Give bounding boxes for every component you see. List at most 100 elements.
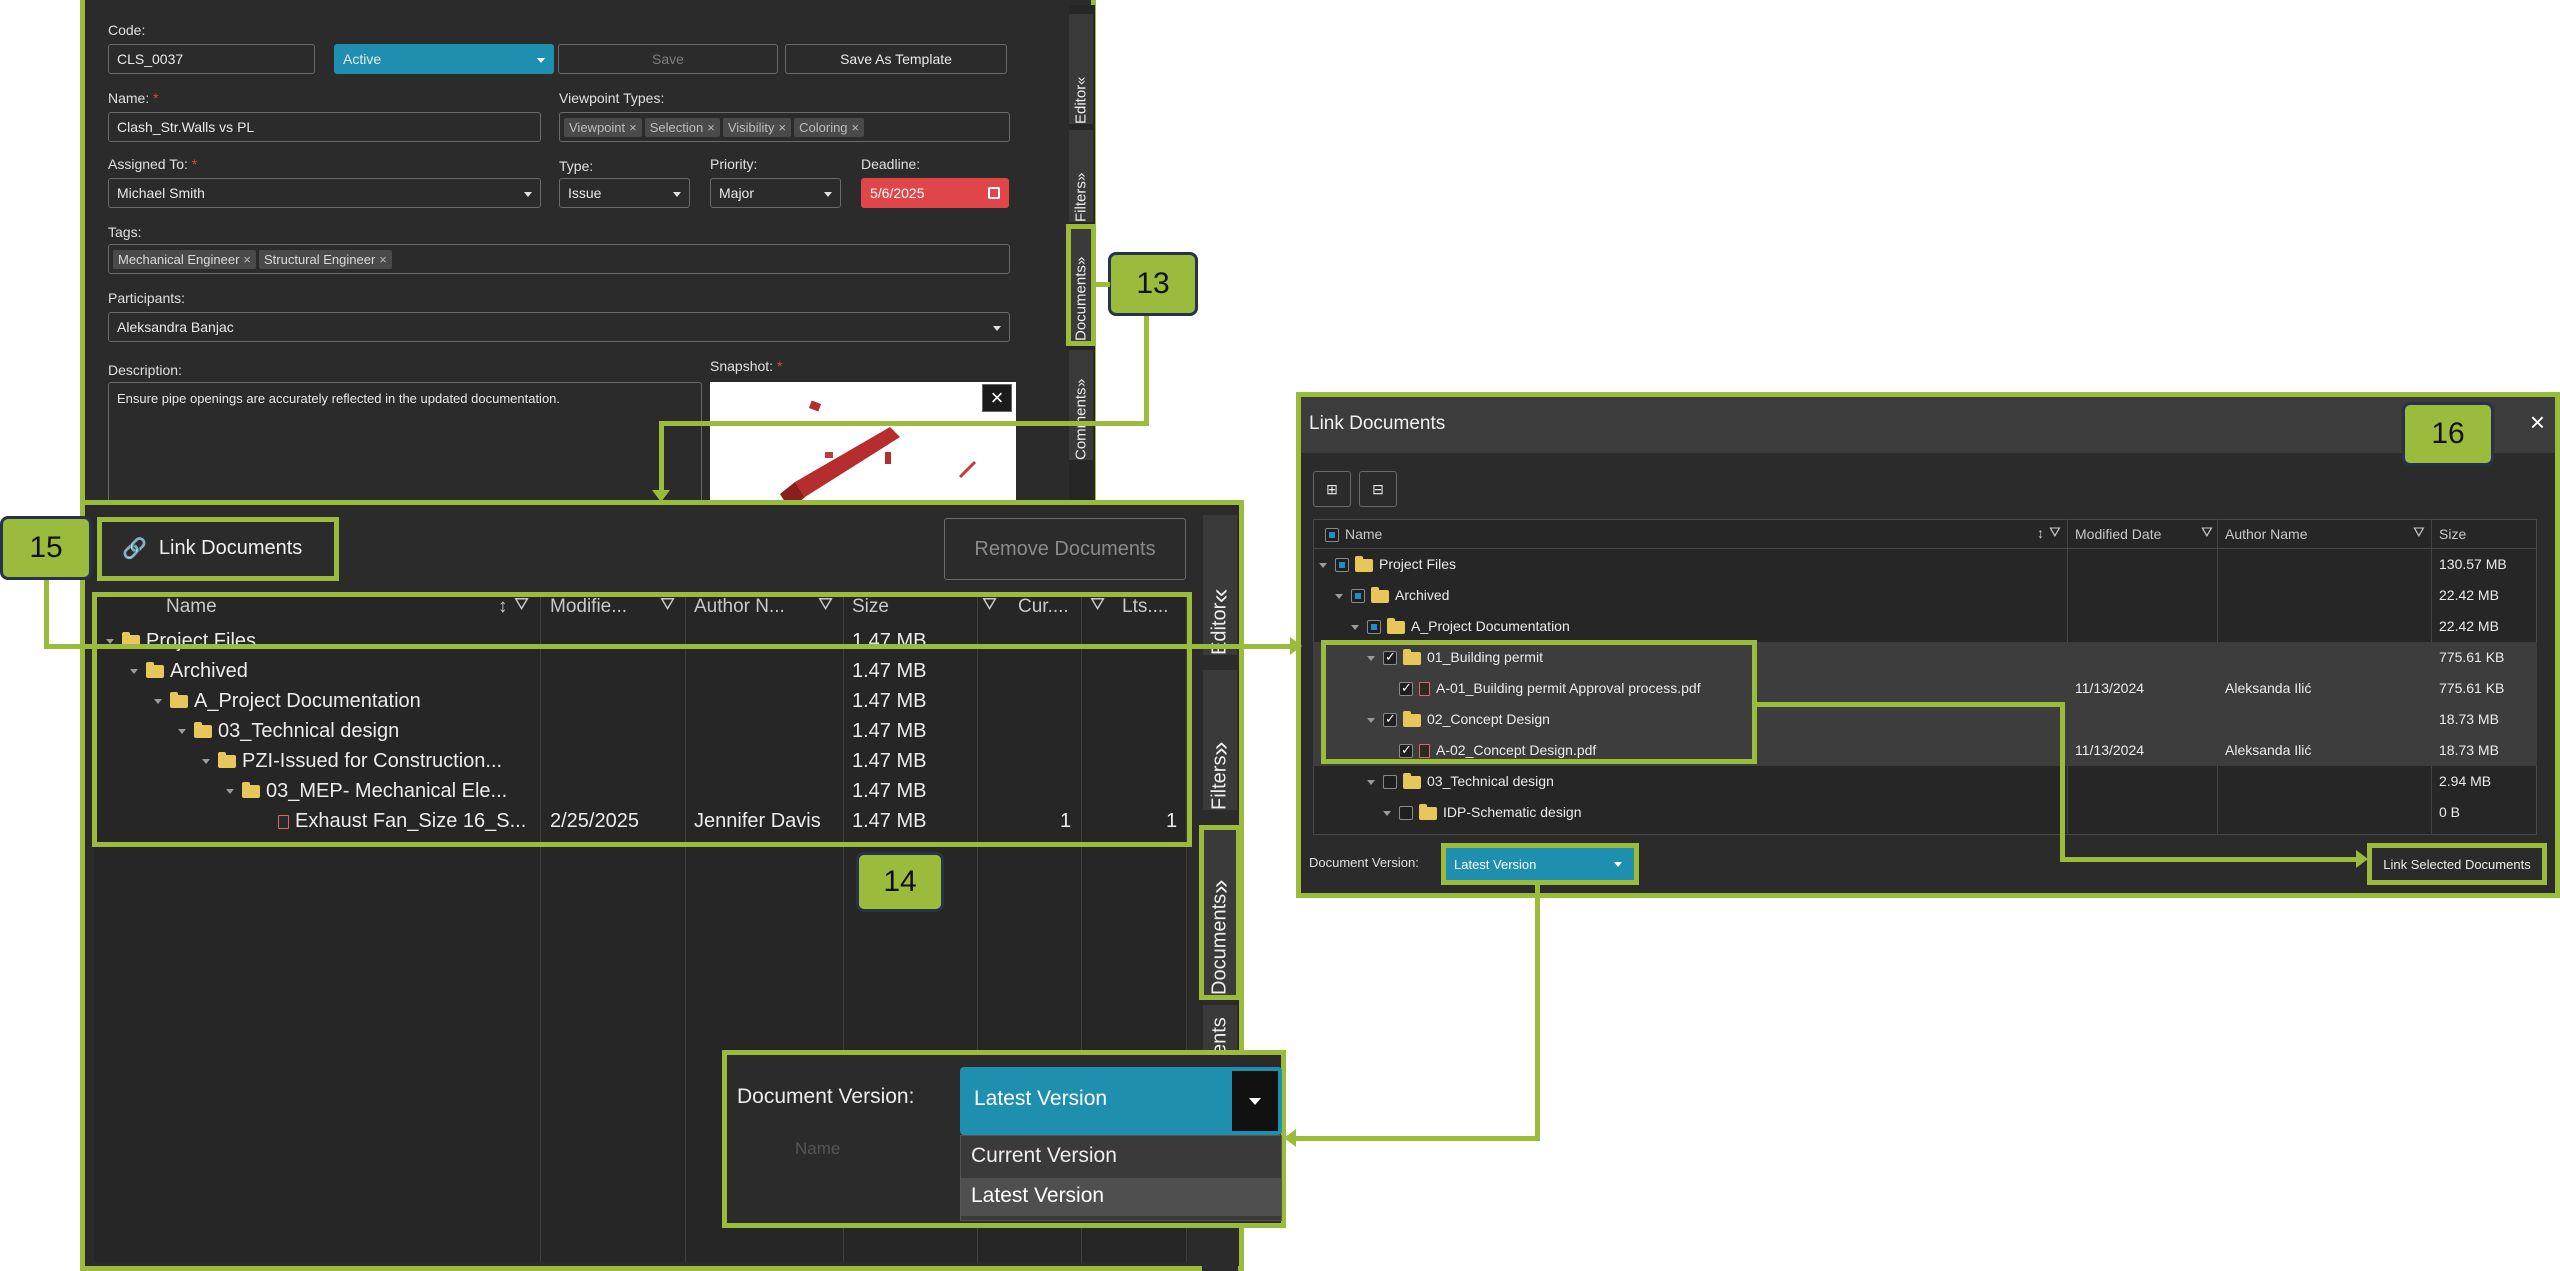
close-icon[interactable]: × [852, 120, 860, 135]
close-icon[interactable]: × [2530, 407, 2545, 438]
tab-comments[interactable]: ents [1203, 1005, 1237, 1055]
name-input[interactable]: Clash_Str.Walls vs PL [108, 112, 541, 142]
column-header-author[interactable]: Author Name [2225, 526, 2307, 542]
table-row[interactable]: 03_Technical design 2.94 MB [1313, 766, 2537, 797]
tag-chip: Mechanical Engineer × [113, 249, 256, 269]
folder-icon [1371, 586, 1389, 603]
row-name: A_Project Documentation [1411, 618, 1570, 634]
dialog-version-select[interactable]: Latest Version [1441, 843, 1639, 885]
tab-editor[interactable]: Editor « [1203, 515, 1237, 655]
rows-highlight [92, 592, 1192, 847]
table-row[interactable]: Project Files 130.57 MB [1313, 549, 2537, 580]
save-as-template-button[interactable]: Save As Template [785, 44, 1007, 74]
type-label: Type: [559, 158, 594, 174]
close-icon[interactable]: × [779, 120, 787, 135]
calendar-icon[interactable] [988, 187, 1000, 199]
chevrons-icon: » [1204, 741, 1235, 756]
description-label: Description: [108, 362, 182, 378]
close-icon[interactable]: × [629, 120, 637, 135]
row-size: 22.42 MB [2439, 618, 2499, 634]
arrow-left-icon [1284, 1129, 1296, 1147]
version-option-latest[interactable]: Latest Version [961, 1178, 1281, 1216]
chevrons-icon: » [1204, 879, 1235, 894]
expand-icon[interactable] [1319, 562, 1327, 568]
tab-editor[interactable]: Editor « [1069, 14, 1093, 124]
connector-line [2060, 702, 2065, 862]
tab-filters[interactable]: Filters» [1069, 130, 1093, 222]
row-name: 03_Technical design [1427, 773, 1554, 789]
table-row[interactable]: A_Project Documentation 22.42 MB [1313, 611, 2537, 642]
collapse-all-button[interactable]: ⊟ [1359, 471, 1397, 507]
version-dropdown-list: Current Version Latest Version [960, 1135, 1282, 1221]
version-select[interactable]: Latest Version [960, 1067, 1282, 1135]
expand-all-button[interactable]: ⊞ [1313, 471, 1351, 507]
name-label: Name: * [108, 90, 159, 106]
expand-icon[interactable] [1383, 810, 1391, 816]
save-button[interactable]: Save [558, 44, 778, 74]
row-checkbox[interactable] [1399, 806, 1413, 821]
sort-icon[interactable]: ↕ [2037, 525, 2044, 541]
dialog-version-label: Document Version: [1309, 855, 1419, 870]
row-name: IDP-Schematic design [1443, 804, 1582, 820]
tab-filters[interactable]: Filters» [1203, 670, 1237, 810]
version-option-current[interactable]: Current Version [961, 1138, 1281, 1176]
row-checkbox[interactable] [1335, 558, 1349, 573]
expand-icon[interactable] [1335, 593, 1343, 599]
folder-icon [1355, 555, 1373, 572]
chevrons-icon: » [1072, 172, 1090, 182]
row-author: Aleksanda Ilić [2225, 680, 2312, 696]
link-documents-button[interactable]: 🔗 Link Documents [122, 530, 302, 566]
connector-line [659, 421, 1149, 426]
filter-icon[interactable]: ⛛ [2201, 524, 2213, 541]
link-selected-documents-button[interactable]: Link Selected Documents [2367, 843, 2547, 885]
row-checkbox[interactable] [1367, 620, 1381, 635]
select-all-checkbox[interactable] [1325, 528, 1339, 543]
description-textarea[interactable]: Ensure pipe openings are accurately refl… [108, 382, 702, 510]
chevrons-icon: « [1204, 588, 1235, 603]
type-select[interactable]: Issue [559, 178, 690, 208]
tab-documents[interactable]: Documents» [1066, 224, 1096, 346]
column-header-modified[interactable]: Modified Date [2075, 526, 2161, 542]
table-row[interactable]: IDP-Schematic design 0 B [1313, 797, 2537, 828]
code-input[interactable]: CLS_0037 [108, 44, 315, 74]
column-header-size[interactable]: Size [2439, 526, 2466, 542]
deadline-picker[interactable]: 5/6/2025 [861, 178, 1009, 208]
dialog-grid-header: Name ↕ ⛛ Modified Date ⛛ Author Name ⛛ S… [1313, 519, 2537, 549]
tab-documents[interactable]: Documents» [1199, 825, 1241, 1000]
chevron-down-icon [537, 58, 545, 63]
remove-documents-button[interactable]: Remove Documents [944, 518, 1186, 580]
dropdown-button[interactable] [1232, 1071, 1278, 1131]
tags-field[interactable]: Mechanical Engineer × Structural Engineer… [108, 244, 1010, 274]
close-icon[interactable]: × [243, 252, 251, 267]
link-documents-dialog: Link Documents × ⊞ ⊟ Name ↕ ⛛ Modified D… [1296, 392, 2560, 898]
participants-select[interactable]: Aleksandra Banjac [108, 312, 1010, 342]
expand-all-icon: ⊞ [1326, 480, 1338, 497]
priority-select[interactable]: Major [710, 178, 841, 208]
expand-icon[interactable] [1351, 624, 1359, 630]
column-header-name[interactable]: Name [1345, 526, 1382, 542]
connector-line [659, 421, 664, 497]
connector-line [1535, 885, 1540, 1141]
folder-icon [1419, 803, 1437, 820]
close-icon[interactable]: × [707, 120, 715, 135]
viewpoint-types-field[interactable]: Viewpoint × Selection × Visibility × Colori… [559, 112, 1010, 142]
status-select[interactable]: Active [334, 44, 554, 74]
close-icon[interactable]: × [982, 384, 1012, 412]
table-row[interactable]: Archived 22.42 MB [1313, 580, 2537, 611]
tab-comments[interactable]: Comments» [1069, 350, 1093, 460]
row-size: 18.73 MB [2439, 742, 2499, 758]
3d-model-icon [780, 400, 977, 510]
filter-icon[interactable]: ⛛ [2049, 524, 2061, 541]
version-value: Latest Version [974, 1087, 1108, 1110]
chevron-down-icon [993, 326, 1001, 331]
arrow-right-icon [1290, 637, 1302, 655]
close-icon[interactable]: × [379, 252, 387, 267]
row-size: 775.61 KB [2439, 680, 2505, 696]
connector-line [44, 580, 49, 648]
connector-line [1144, 316, 1149, 426]
expand-icon[interactable] [1367, 779, 1375, 785]
row-checkbox[interactable] [1383, 775, 1397, 790]
filter-icon[interactable]: ⛛ [2413, 524, 2425, 541]
assigned-select[interactable]: Michael Smith [108, 178, 541, 208]
row-checkbox[interactable] [1351, 589, 1365, 604]
